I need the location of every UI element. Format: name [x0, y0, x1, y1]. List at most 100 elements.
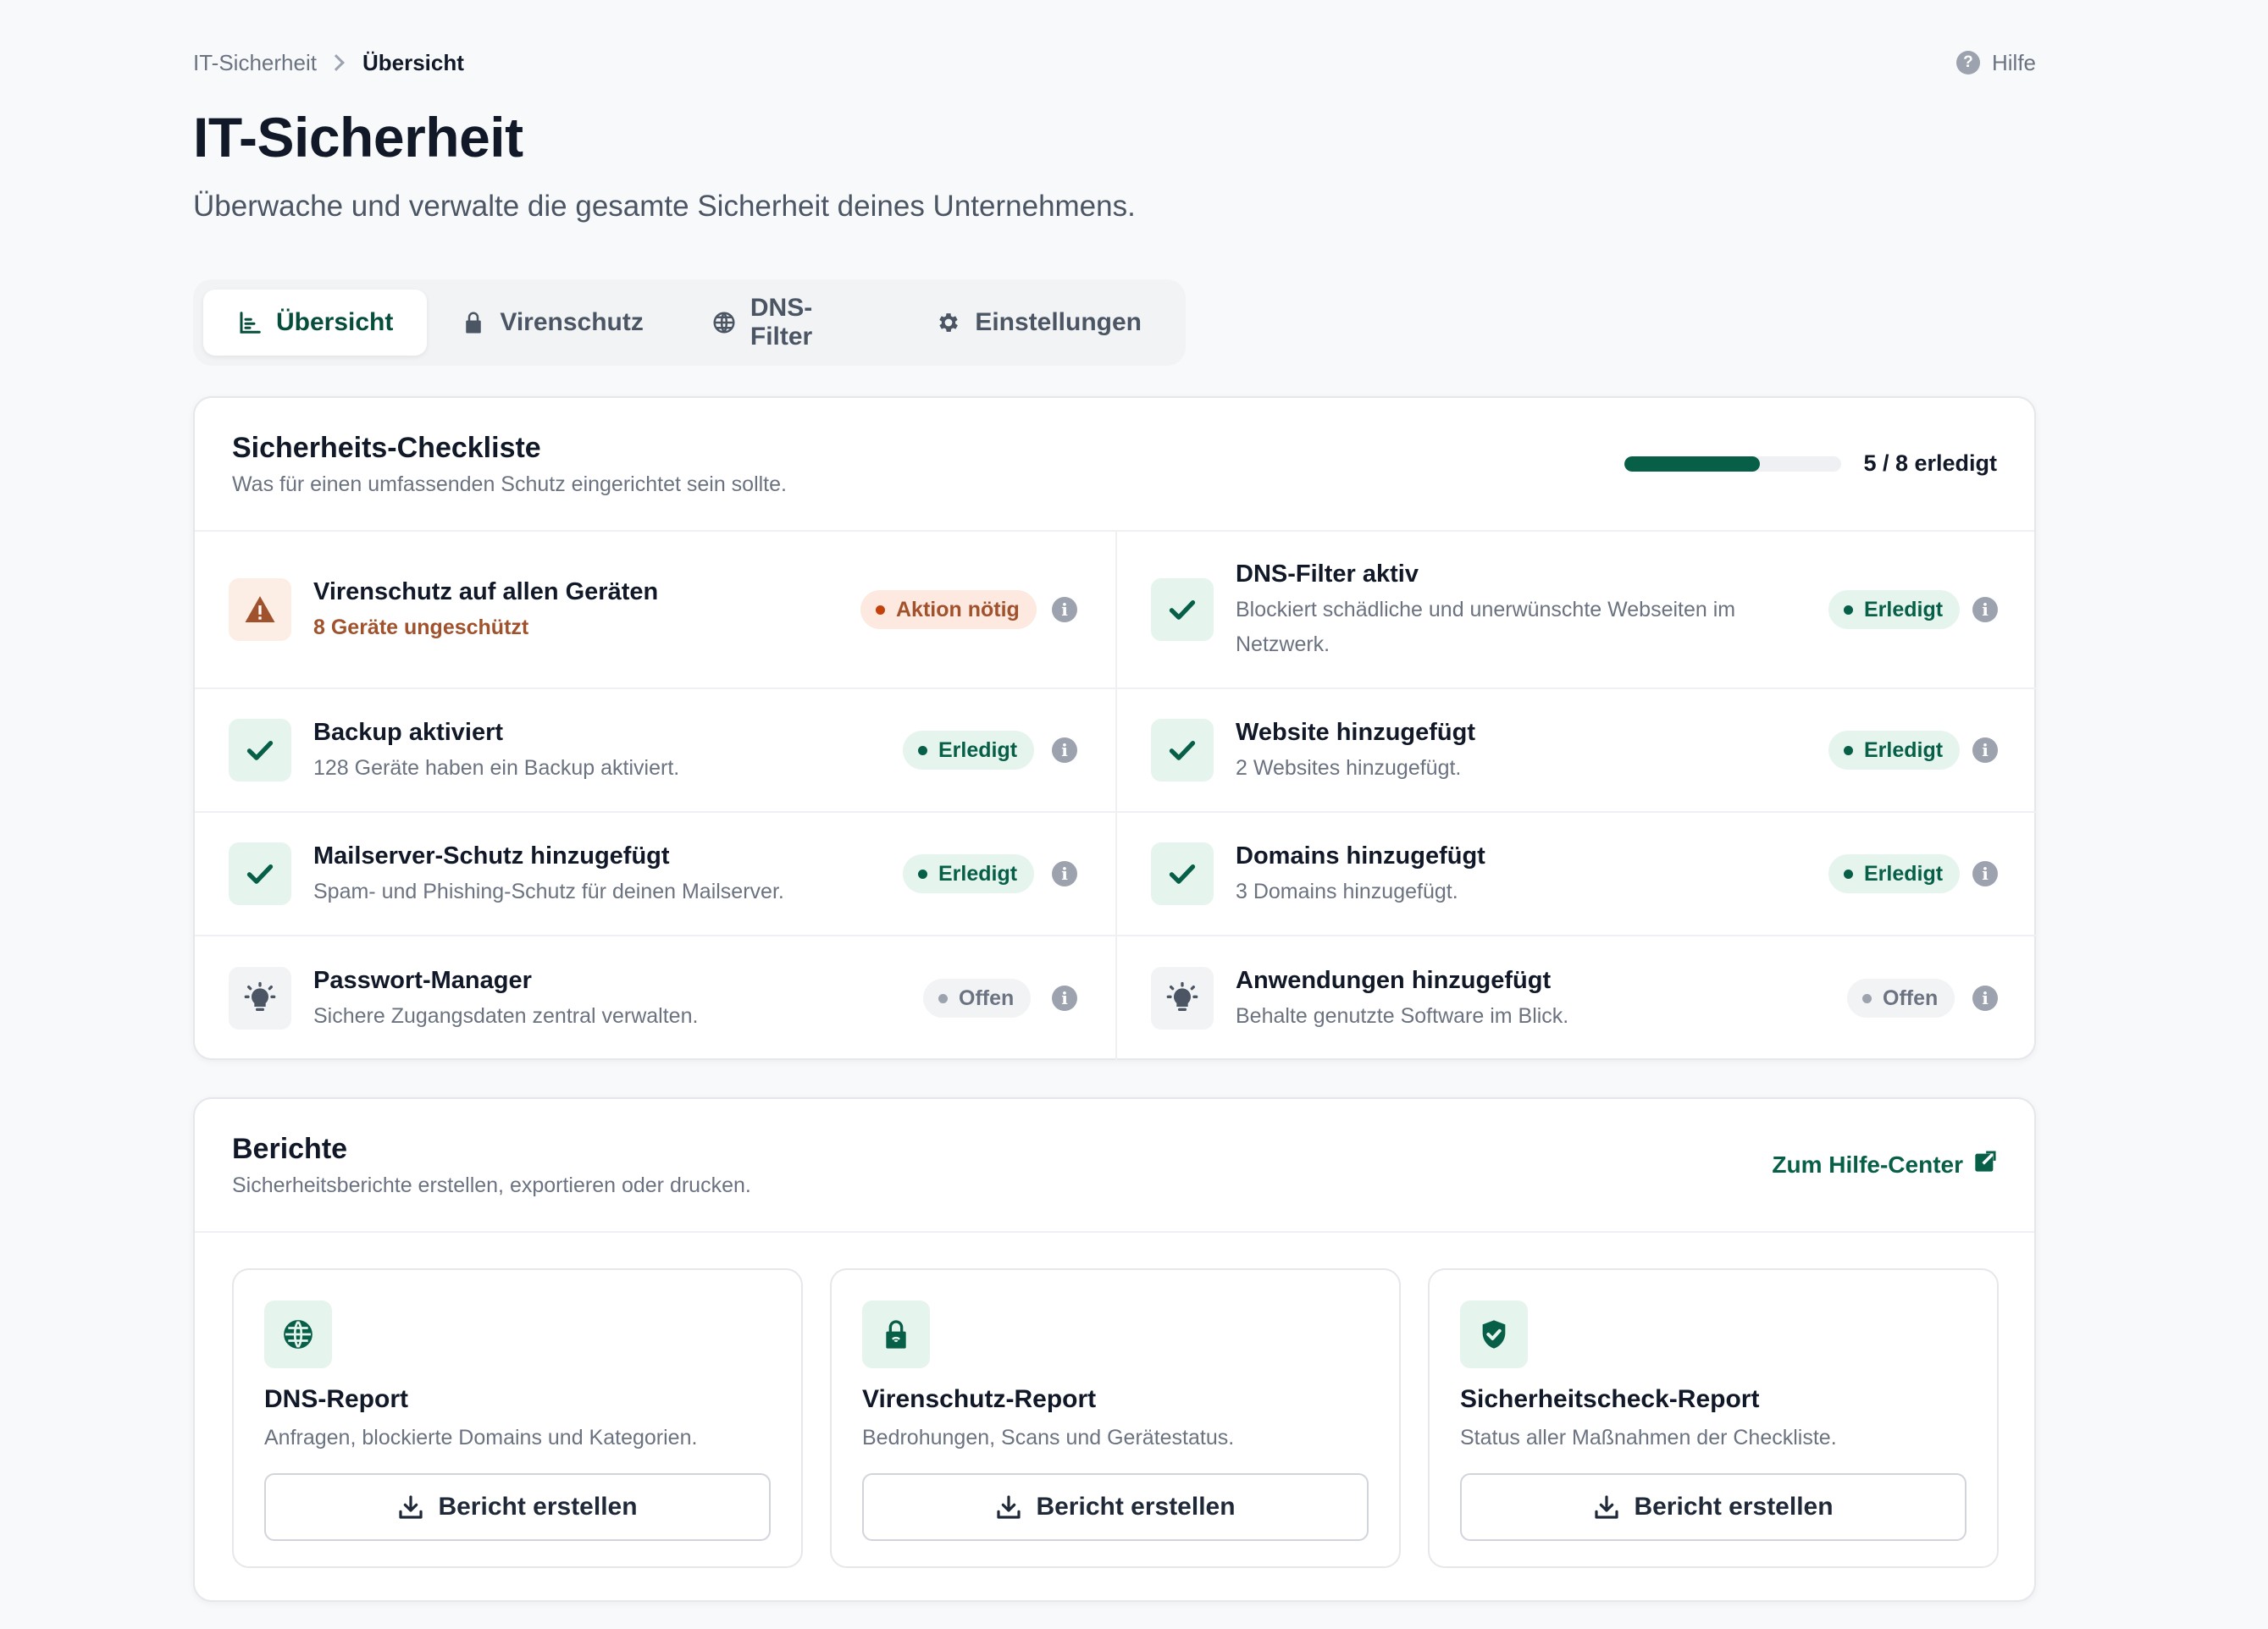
checklist-item-title: Virenschutz auf allen Geräten — [313, 577, 659, 605]
checklist-item-title: Website hinzugefügt — [1236, 718, 1476, 746]
status-label: Offen — [959, 986, 1015, 1010]
checklist-item-desc: 8 Geräte ungeschützt — [313, 615, 529, 639]
download-icon — [399, 1495, 423, 1519]
tab-label: Übersicht — [276, 308, 394, 336]
checklist-item[interactable]: Anwendungen hinzugefügt Behalte genutzte… — [1115, 936, 2036, 1060]
info-icon[interactable]: i — [1972, 861, 1998, 886]
tab-label: DNS-Filter — [750, 294, 813, 351]
status-dot — [918, 869, 927, 879]
info-icon[interactable]: i — [1052, 597, 1077, 622]
info-icon[interactable]: i — [1972, 597, 1998, 622]
check-icon — [1151, 719, 1214, 781]
status-label: Erledigt — [1864, 737, 1944, 762]
help-label: Hilfe — [1991, 49, 2036, 75]
checklist-item-text: Domains hinzugefügt 3 Domains hinzugefüg… — [1236, 839, 1485, 909]
info-icon[interactable]: i — [1972, 737, 1998, 763]
check-icon — [1151, 842, 1214, 905]
info-icon[interactable]: i — [1052, 861, 1077, 886]
checklist-item-text: Website hinzugefügt 2 Websites hinzugefü… — [1236, 715, 1475, 786]
progress-bar-fill — [1624, 456, 1761, 472]
checklist-item[interactable]: Website hinzugefügt 2 Websites hinzugefü… — [1115, 689, 2036, 813]
checklist-item-title: Backup aktiviert — [313, 718, 504, 746]
checklist-item[interactable]: Domains hinzugefügt 3 Domains hinzugefüg… — [1115, 813, 2036, 936]
checklist-item-text: Backup aktiviert 128 Geräte haben ein Ba… — [313, 715, 679, 786]
tab-label: Einstellungen — [975, 308, 1142, 336]
status-dot — [1862, 993, 1872, 1003]
tab-einstellungen[interactable]: Einstellungen — [902, 290, 1175, 356]
checklist-item[interactable]: DNS-Filter aktiv Blockiert schädliche un… — [1115, 532, 2036, 689]
help-center-link[interactable]: Zum Hilfe-Center — [1772, 1150, 1997, 1179]
page-title: IT-Sicherheit — [193, 106, 523, 168]
status-dot — [938, 993, 948, 1003]
status-dot — [1844, 869, 1853, 879]
create-report-button[interactable]: Bericht erstellen — [264, 1473, 771, 1541]
checklist-item[interactable]: Mailserver-Schutz hinzugefügt Spam- und … — [195, 813, 1115, 936]
tab-dns-filter[interactable]: DNS-Filter — [678, 290, 902, 356]
checklist-item-title: Mailserver-Schutz hinzugefügt — [313, 842, 670, 870]
help-icon: ? — [1955, 51, 1980, 75]
report-desc: Bedrohungen, Scans und Gerätestatus. — [862, 1426, 1235, 1450]
status-badge: Erledigt — [1828, 590, 1961, 629]
chart-bars-icon — [237, 310, 263, 335]
info-icon[interactable]: i — [1052, 986, 1077, 1011]
reports-title: Berichte — [232, 1133, 348, 1165]
status-label: Aktion nötig — [896, 597, 1020, 621]
checklist-item-desc: 2 Websites hinzugefügt. — [1236, 755, 1462, 780]
report-title: DNS-Report — [264, 1385, 408, 1413]
status-dot — [918, 745, 927, 755]
checklist-item-desc: Sichere Zugangsdaten zentral verwalten. — [313, 1003, 699, 1028]
check-icon — [1151, 578, 1214, 641]
status-label: Erledigt — [1864, 597, 1944, 621]
page-subtitle: Überwache und verwalte die gesamte Siche… — [193, 190, 1136, 223]
info-icon[interactable]: i — [1972, 986, 1998, 1011]
reports-card: Berichte Sicherheitsberichte erstellen, … — [193, 1097, 2036, 1602]
progress-bar — [1624, 456, 1842, 472]
status-label: Offen — [1883, 986, 1939, 1010]
status-badge: Erledigt — [903, 854, 1035, 893]
topbar: IT-Sicherheit Übersicht ? Hilfe — [193, 46, 2036, 80]
warning-icon — [229, 578, 291, 641]
create-report-button[interactable]: Bericht erstellen — [862, 1473, 1369, 1541]
breadcrumb-parent[interactable]: IT-Sicherheit — [193, 50, 317, 76]
help-button[interactable]: ? Hilfe — [1955, 49, 2036, 76]
status-dot — [1844, 605, 1853, 615]
checklist-item[interactable]: Passwort-Manager Sichere Zugangsdaten ze… — [195, 936, 1115, 1060]
help-center-label: Zum Hilfe-Center — [1772, 1151, 1963, 1178]
reports-header: Berichte Sicherheitsberichte erstellen, … — [195, 1099, 2034, 1233]
progress-label: 5 / 8 erledigt — [1863, 450, 1997, 476]
report-title: Sicherheitscheck-Report — [1460, 1385, 1760, 1413]
info-icon[interactable]: i — [1052, 737, 1077, 763]
checklist-item-desc: Behalte genutzte Software im Blick. — [1236, 1003, 1569, 1028]
checklist-item-desc: 128 Geräte haben ein Backup aktiviert. — [313, 755, 680, 780]
report-card-sicherheitscheck: Sicherheitscheck-Report Status aller Maß… — [1428, 1268, 1999, 1568]
download-icon — [1595, 1495, 1619, 1519]
globe-icon — [711, 310, 737, 335]
status-badge: Offen — [923, 979, 1032, 1018]
create-report-button[interactable]: Bericht erstellen — [1460, 1473, 1967, 1541]
checklist-item-desc: Blockiert schädliche und unerwünschte We… — [1236, 598, 1736, 656]
tab-virenschutz[interactable]: Virenschutz — [427, 290, 678, 356]
checklist-item[interactable]: Backup aktiviert 128 Geräte haben ein Ba… — [195, 689, 1115, 813]
shield-check-icon — [1460, 1300, 1528, 1368]
checklist-item-title: Passwort-Manager — [313, 966, 532, 994]
checklist-item-text: Anwendungen hinzugefügt Behalte genutzte… — [1236, 964, 1568, 1034]
checklist-grid: Virenschutz auf allen Geräten 8 Geräte u… — [195, 532, 2036, 1060]
checklist-progress: 5 / 8 erledigt — [1624, 450, 1997, 477]
tab-label: Virenschutz — [500, 308, 644, 336]
checklist-item[interactable]: Virenschutz auf allen Geräten 8 Geräte u… — [195, 532, 1115, 689]
lightbulb-icon — [229, 967, 291, 1030]
checklist-title: Sicherheits-Checkliste — [232, 432, 541, 464]
lightbulb-icon — [1151, 967, 1214, 1030]
status-badge: Erledigt — [1828, 854, 1961, 893]
tab-uebersicht[interactable]: Übersicht — [203, 290, 428, 356]
checklist-item-title: Anwendungen hinzugefügt — [1236, 966, 1552, 994]
breadcrumb: IT-Sicherheit Übersicht — [193, 50, 464, 76]
button-label: Bericht erstellen — [1634, 1493, 1834, 1521]
status-badge: Erledigt — [1828, 731, 1961, 770]
checklist-item-desc: Spam- und Phishing-Schutz für deinen Mai… — [313, 879, 784, 903]
report-card-dns: DNS-Report Anfragen, blockierte Domains … — [232, 1268, 803, 1568]
chevron-right-icon — [328, 54, 345, 71]
tab-bar: Übersicht Virenschutz DNS-Filter Einstel… — [193, 279, 1186, 366]
status-label: Erledigt — [1864, 861, 1944, 886]
status-badge: Aktion nötig — [860, 590, 1037, 629]
